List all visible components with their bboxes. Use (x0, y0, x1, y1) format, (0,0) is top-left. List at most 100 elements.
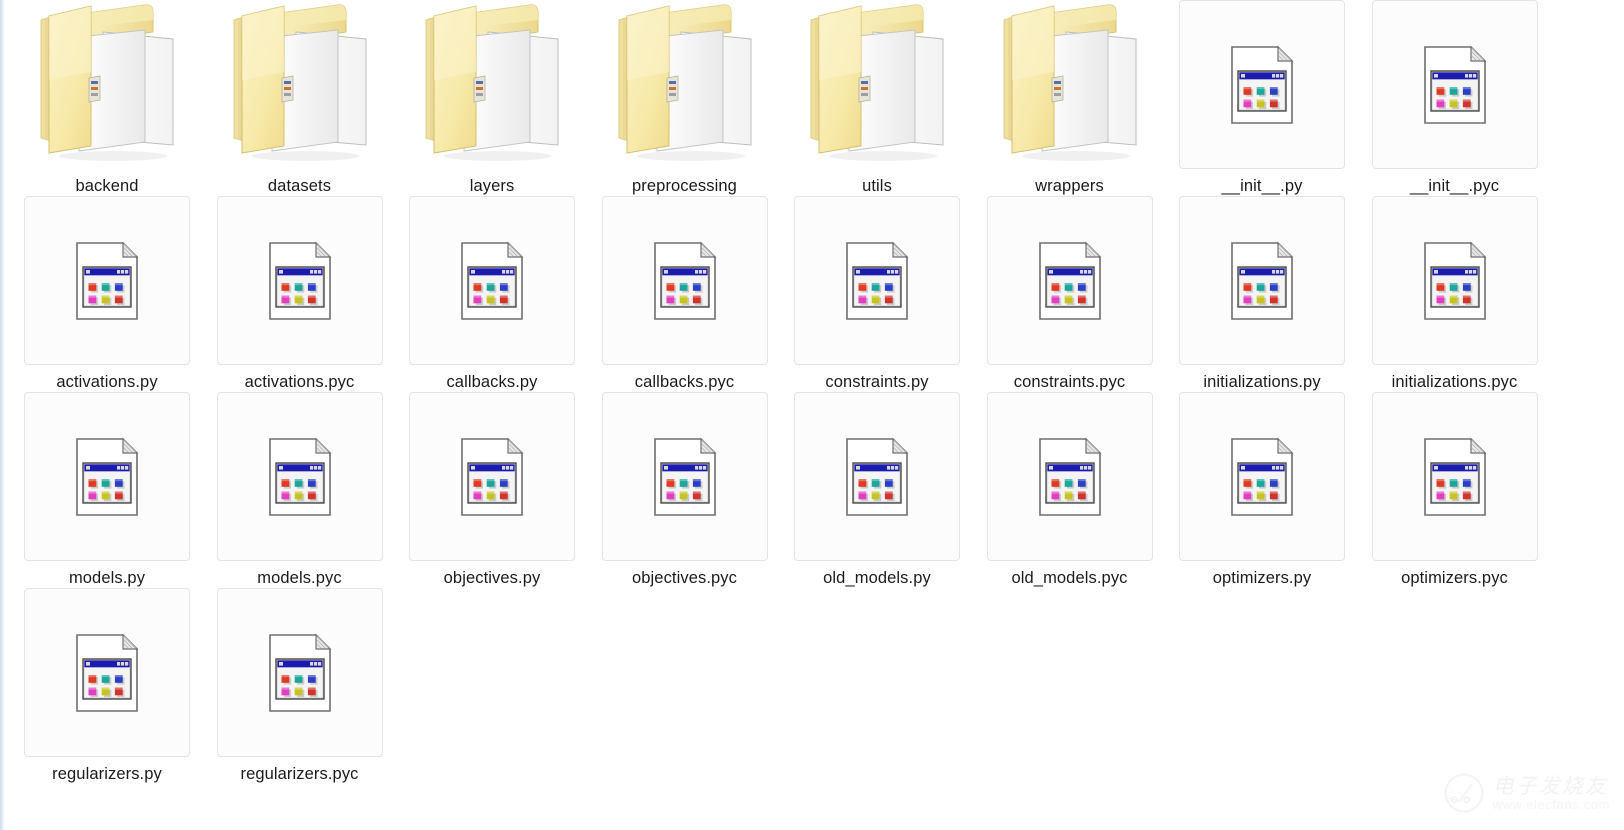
item-label: optimizers.py (1212, 569, 1312, 587)
item-label: constraints.py (825, 373, 929, 391)
file-item[interactable]: callbacks.pyc (600, 196, 770, 392)
item-label: initializations.pyc (1391, 373, 1518, 391)
item-icon-box[interactable] (794, 196, 960, 365)
item-icon-box[interactable] (601, 392, 768, 561)
item-label: objectives.pyc (631, 569, 738, 587)
item-label: backend (75, 177, 139, 195)
item-label: models.pyc (257, 569, 342, 587)
item-icon-box[interactable] (409, 196, 575, 365)
file-item[interactable]: models.pyc (215, 392, 385, 588)
file-item[interactable]: optimizers.py (1177, 392, 1347, 588)
file-item[interactable]: models.py (22, 392, 192, 588)
item-label: activations.pyc (244, 373, 355, 391)
file-item[interactable]: old_models.pyc (985, 392, 1155, 588)
file-item[interactable]: objectives.pyc (600, 392, 770, 588)
item-icon-box[interactable] (24, 392, 190, 561)
item-icon-box[interactable] (986, 196, 1153, 365)
item-label: callbacks.pyc (634, 373, 735, 391)
item-icon-box[interactable] (601, 196, 768, 365)
folder-open-icon (40, 3, 174, 161)
folder-item[interactable]: datasets (215, 0, 385, 196)
item-icon-box[interactable] (987, 0, 1153, 169)
item-icon-box[interactable] (216, 392, 383, 561)
item-label: wrappers (1035, 177, 1104, 195)
file-document-icon (268, 633, 331, 712)
item-icon-box[interactable] (1371, 392, 1538, 561)
item-icon-box[interactable] (1179, 0, 1345, 169)
item-label: constraints.pyc (1013, 373, 1126, 391)
file-document-icon (846, 437, 909, 516)
item-label: layers (469, 177, 515, 195)
folder-open-icon (810, 3, 944, 161)
folder-item[interactable]: layers (407, 0, 577, 196)
file-item[interactable]: activations.py (22, 196, 192, 392)
folder-open-icon (425, 3, 559, 161)
file-document-icon (268, 241, 331, 320)
file-item[interactable]: initializations.py (1177, 196, 1347, 392)
folder-open-icon (1003, 3, 1136, 161)
file-item[interactable]: regularizers.pyc (215, 588, 385, 784)
file-item[interactable]: __init__.pyc (1370, 0, 1540, 196)
item-label: objectives.py (443, 569, 541, 587)
file-document-icon (76, 241, 139, 320)
item-label: utils (862, 177, 892, 195)
folder-item[interactable]: utils (792, 0, 962, 196)
file-document-icon (1423, 241, 1486, 320)
item-label: old_models.py (823, 569, 931, 587)
item-icon-box[interactable] (24, 196, 190, 365)
file-item[interactable]: initializations.pyc (1370, 196, 1540, 392)
file-document-icon (461, 437, 524, 516)
folder-item[interactable]: wrappers (985, 0, 1155, 196)
item-icon-box[interactable] (602, 0, 768, 169)
item-label: preprocessing (632, 177, 737, 195)
item-icon-box[interactable] (794, 392, 960, 561)
file-item[interactable]: old_models.py (792, 392, 962, 588)
item-icon-box[interactable] (1371, 0, 1538, 169)
item-label: __init__.py (1221, 177, 1303, 195)
file-document-icon (653, 437, 716, 516)
item-icon-box[interactable] (217, 0, 383, 169)
item-icon-box[interactable] (216, 196, 383, 365)
file-document-icon (268, 437, 331, 516)
item-label: initializations.py (1203, 373, 1321, 391)
item-icon-box[interactable] (1179, 392, 1345, 561)
folder-open-icon (618, 3, 751, 161)
file-document-icon (1038, 241, 1101, 320)
item-icon-box[interactable] (794, 0, 960, 169)
file-item[interactable]: regularizers.py (22, 588, 192, 784)
file-document-icon (1231, 437, 1294, 516)
file-item[interactable]: objectives.py (407, 392, 577, 588)
item-label: optimizers.pyc (1401, 569, 1508, 587)
file-item[interactable]: activations.pyc (215, 196, 385, 392)
folder-item[interactable]: backend (22, 0, 192, 196)
file-document-icon (461, 241, 524, 320)
file-grid: backend datasets layers preprocessing ut… (4, 0, 1624, 830)
file-item[interactable]: optimizers.pyc (1370, 392, 1540, 588)
file-item[interactable]: callbacks.py (407, 196, 577, 392)
file-item[interactable]: constraints.py (792, 196, 962, 392)
item-label: activations.py (56, 373, 158, 391)
item-icon-box[interactable] (1371, 196, 1538, 365)
item-icon-box[interactable] (216, 588, 383, 757)
file-document-icon (1038, 437, 1101, 516)
folder-item[interactable]: preprocessing (600, 0, 770, 196)
folder-open-icon (233, 3, 366, 161)
file-item[interactable]: __init__.py (1177, 0, 1347, 196)
item-label: __init__.pyc (1409, 177, 1500, 195)
item-label: models.py (68, 569, 146, 587)
item-icon-box[interactable] (1179, 196, 1345, 365)
item-icon-box[interactable] (986, 392, 1153, 561)
item-icon-box[interactable] (24, 588, 190, 757)
file-document-icon (1231, 241, 1294, 320)
file-document-icon (1423, 45, 1486, 124)
file-item[interactable]: constraints.pyc (985, 196, 1155, 392)
item-icon-box[interactable] (409, 0, 575, 169)
item-icon-box[interactable] (409, 392, 575, 561)
file-document-icon (1231, 45, 1294, 124)
item-label: callbacks.py (446, 373, 538, 391)
item-label: old_models.pyc (1011, 569, 1128, 587)
item-label: regularizers.pyc (240, 765, 359, 783)
file-document-icon (846, 241, 909, 320)
item-icon-box[interactable] (24, 0, 190, 169)
item-label: regularizers.py (52, 765, 162, 783)
